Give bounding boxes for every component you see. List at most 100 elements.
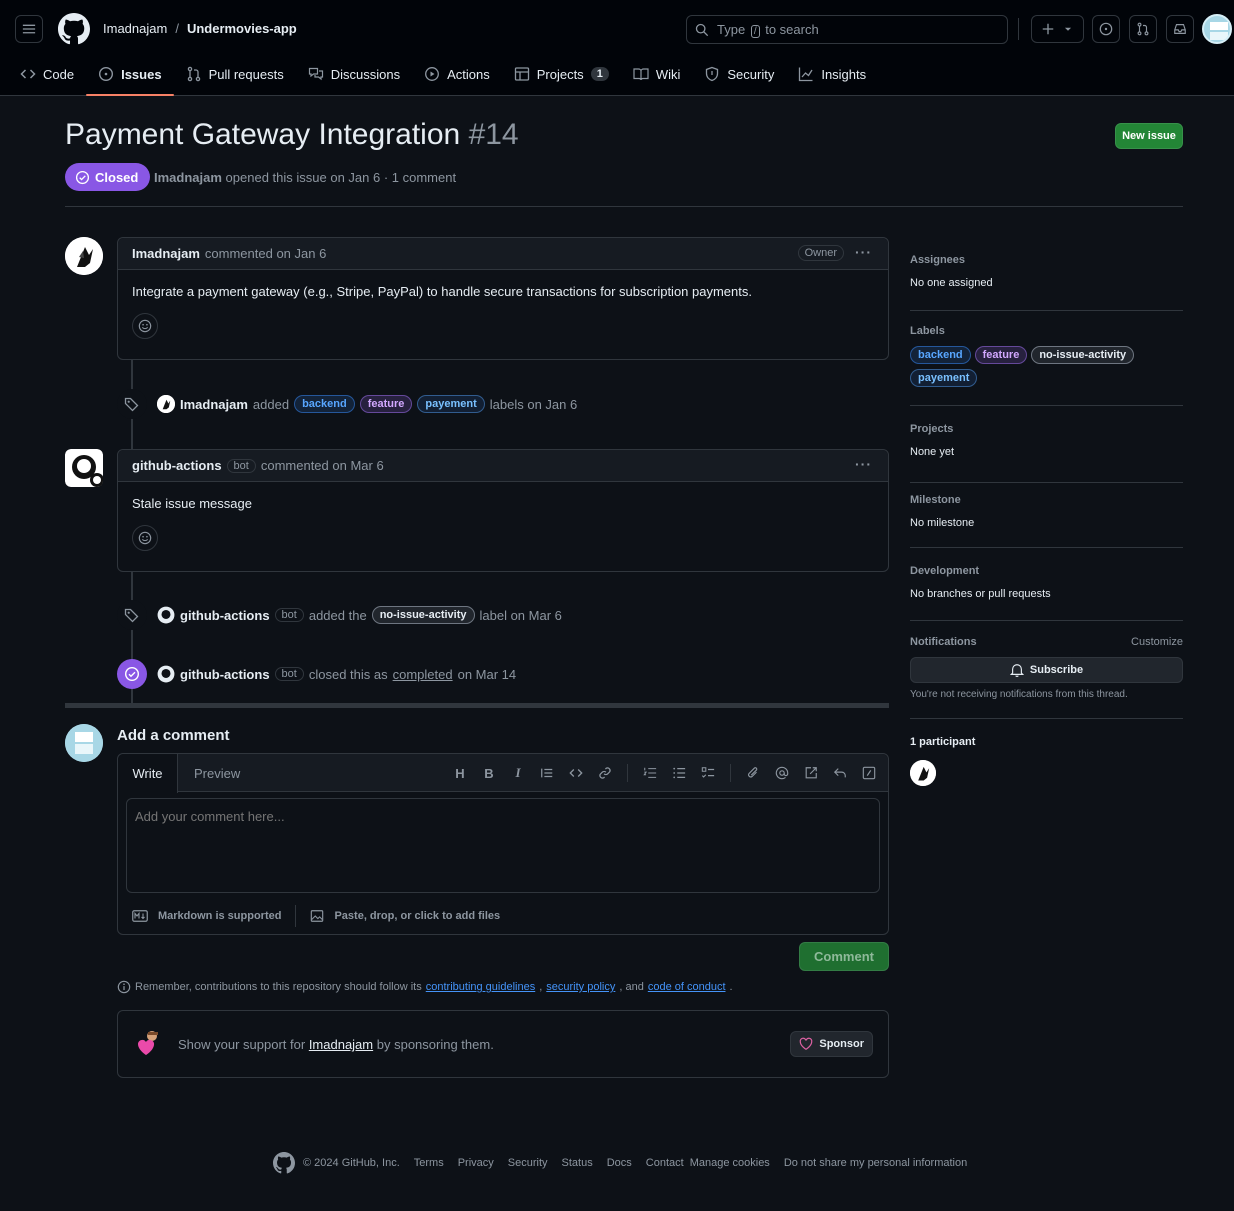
github-logo-icon[interactable] [58,13,90,45]
label-backend[interactable]: backend [294,395,355,413]
comment-body: Stale issue message [132,496,252,511]
footer-link-manage-cookies[interactable]: Manage cookies [690,1157,770,1169]
kebab-menu-icon[interactable]: ··· [855,457,872,471]
comment-submit-button[interactable]: Comment [799,942,889,971]
participant-avatar[interactable] [910,760,936,786]
link-icon[interactable] [596,764,614,782]
close-reason-link[interactable]: completed [393,667,453,682]
comment-author[interactable]: Imadnajam [132,246,200,261]
cross-reference-icon[interactable] [802,764,820,782]
github-logo-icon[interactable] [273,1152,295,1174]
kebab-menu-icon[interactable]: ··· [855,245,872,259]
sidebar-labels[interactable]: Labels backend feature no-issue-activity… [910,325,1183,387]
footer-link-status[interactable]: Status [562,1157,593,1169]
tab-discussions[interactable]: Discussions [296,58,412,90]
avatar[interactable] [65,237,103,275]
tab-preview[interactable]: Preview [194,766,240,781]
create-new-button[interactable] [1031,15,1084,43]
sidebar-milestone[interactable]: Milestone No milestone [910,494,1183,529]
notifications-note: You're not receiving notifications from … [910,689,1128,700]
customize-notifications-link[interactable]: Customize [1131,636,1183,648]
github-logo-icon[interactable] [157,606,175,624]
code-of-conduct-link[interactable]: code of conduct [648,981,726,993]
ordered-list-icon[interactable] [641,764,659,782]
tab-insights-label: Insights [821,66,867,82]
tab-insights[interactable]: Insights [786,58,878,90]
tasklist-icon[interactable] [699,764,717,782]
label-feature[interactable]: feature [974,346,1028,364]
tab-security-label: Security [727,66,775,82]
user-avatar[interactable] [1202,14,1232,44]
label-payement[interactable]: payement [417,395,485,413]
comment-textarea[interactable] [126,798,880,893]
sponsor-user-link[interactable]: Imadnajam [309,1037,373,1052]
italic-icon[interactable]: I [509,764,527,782]
hamburger-menu-button[interactable] [15,15,43,43]
comment-discussion-icon [308,67,323,81]
event-actor[interactable]: Imadnajam [180,397,248,412]
add-reaction-button[interactable] [132,313,158,339]
footer-link-do-not-share[interactable]: Do not share my personal information [784,1157,967,1169]
tab-write[interactable]: Write [118,754,178,793]
tab-security[interactable]: Security [692,58,786,90]
reply-icon[interactable] [831,764,849,782]
tab-wiki[interactable]: Wiki [621,58,693,90]
title-divider [65,206,1183,207]
tab-code[interactable]: Code [8,58,86,90]
tab-actions[interactable]: Actions [412,58,502,90]
label-no-issue-activity[interactable]: no-issue-activity [1031,346,1135,364]
unordered-list-icon[interactable] [670,764,688,782]
issues-button[interactable] [1092,15,1120,43]
issue-opened-icon [99,66,114,82]
tab-projects[interactable]: Projects 1 [502,58,621,90]
event-actor[interactable]: github-actions [180,667,270,682]
github-logo-icon[interactable] [157,665,175,683]
new-issue-button[interactable]: New issue [1115,123,1183,149]
code-icon [20,69,36,79]
label-payement[interactable]: payement [910,369,978,387]
bold-icon[interactable]: B [480,764,498,782]
contributing-guidelines-link[interactable]: contributing guidelines [426,981,535,993]
avatar[interactable] [157,395,175,413]
subscribe-button[interactable]: Subscribe [910,657,1183,683]
footer-link-docs[interactable]: Docs [607,1157,632,1169]
footer-link-privacy[interactable]: Privacy [458,1157,494,1169]
attach-files-note[interactable]: Paste, drop, or click to add files [334,910,500,922]
breadcrumb-repo[interactable]: Undermovies-app [187,21,297,36]
breadcrumb-owner[interactable]: Imadnajam [103,21,167,36]
pull-requests-button[interactable] [1129,15,1157,43]
comment-timestamp[interactable]: commented on Mar 6 [261,458,384,473]
tab-pull-requests[interactable]: Pull requests [174,58,296,90]
tab-issues[interactable]: Issues [86,58,175,96]
event-actor[interactable]: github-actions [180,608,270,623]
search-input[interactable]: Type / to search [686,15,1008,44]
label-no-issue-activity[interactable]: no-issue-activity [371,606,475,624]
search-prefix: Type [717,21,746,37]
footer-link-terms[interactable]: Terms [414,1157,444,1169]
slash-command-icon[interactable] [860,764,878,782]
markdown-note[interactable]: Markdown is supported [158,910,281,922]
sidebar-assignees[interactable]: Assignees No one assigned [910,254,1183,289]
issue-meta-author[interactable]: Imadnajam [154,170,222,185]
inbox-button[interactable] [1166,15,1194,43]
sidebar-projects[interactable]: Projects None yet [910,423,1183,458]
quote-icon[interactable] [538,764,556,782]
comment-timestamp[interactable]: commented on Jan 6 [205,246,326,261]
avatar[interactable] [65,449,103,487]
add-reaction-button[interactable] [132,525,158,551]
avatar[interactable] [65,724,103,762]
label-backend[interactable]: backend [910,346,971,364]
sponsor-button[interactable]: Sponsor [790,1031,873,1057]
issue-closed-icon [75,170,90,184]
security-policy-link[interactable]: security policy [546,981,615,993]
footer-link-contact[interactable]: Contact [646,1157,684,1169]
footer-link-security[interactable]: Security [508,1157,548,1169]
mention-icon[interactable] [773,764,791,782]
plus-icon [1042,23,1053,35]
label-feature[interactable]: feature [359,395,413,413]
comment-author[interactable]: github-actions [132,458,222,473]
paperclip-icon[interactable] [744,764,762,782]
sidebar-development[interactable]: Development No branches or pull requests [910,565,1183,600]
code-icon[interactable] [567,764,585,782]
heading-icon[interactable]: H [451,764,469,782]
